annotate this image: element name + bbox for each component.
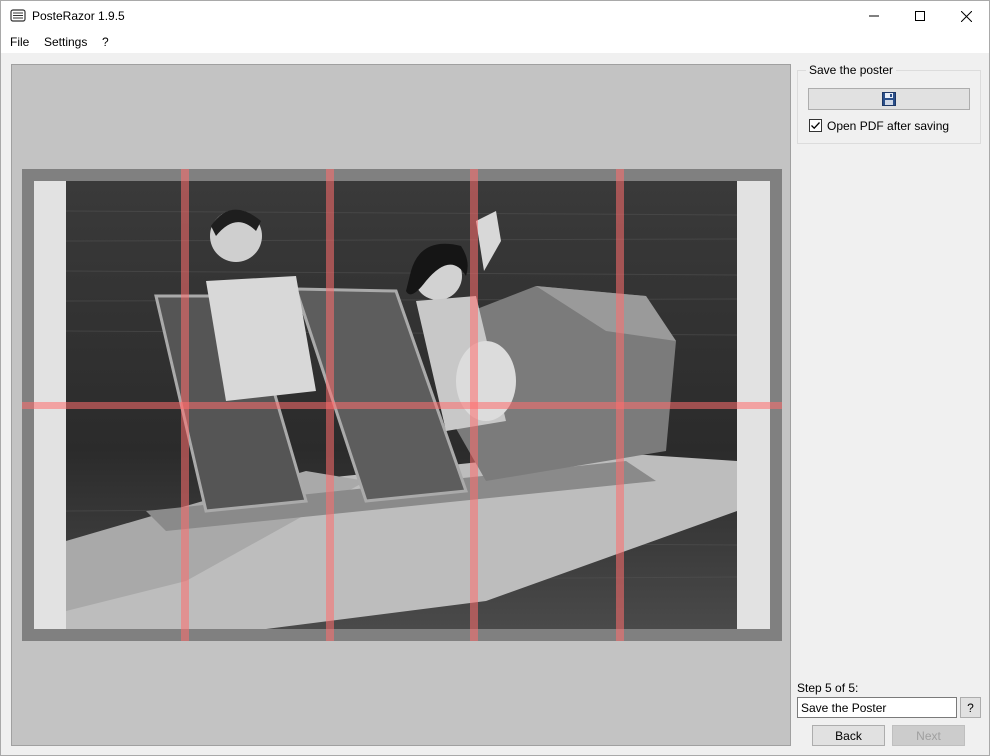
save-button[interactable] <box>808 88 970 110</box>
close-icon <box>960 10 972 22</box>
step-label: Step 5 of 5: <box>797 681 859 695</box>
title-bar: PosteRazor 1.9.5 <box>1 1 989 31</box>
poster-preview[interactable] <box>11 64 791 746</box>
step-help-button[interactable]: ? <box>960 697 981 718</box>
menu-settings[interactable]: Settings <box>44 35 87 49</box>
back-button[interactable]: Back <box>812 725 885 746</box>
menu-help[interactable]: ? <box>102 35 109 49</box>
floppy-disk-icon <box>882 92 896 106</box>
step-name-field: Save the Poster <box>797 697 957 718</box>
maximize-button[interactable] <box>897 1 943 31</box>
app-window: PosteRazor 1.9.5 File Settings ? Save th… <box>0 0 990 756</box>
window-title: PosteRazor 1.9.5 <box>32 9 125 23</box>
paper-frame <box>22 169 782 641</box>
maximize-icon <box>915 11 925 21</box>
poster-razor-icon <box>10 9 26 22</box>
minimize-button[interactable] <box>851 1 897 31</box>
menu-file[interactable]: File <box>10 35 29 49</box>
cut-line-horizontal <box>22 402 782 409</box>
checkmark-icon <box>811 122 820 130</box>
save-group-title: Save the poster <box>806 63 897 77</box>
minimize-icon <box>869 15 879 17</box>
close-button[interactable] <box>943 1 989 31</box>
menu-bar: File Settings ? <box>1 31 989 53</box>
next-button[interactable]: Next <box>892 725 965 746</box>
open-pdf-checkbox[interactable] <box>809 119 822 132</box>
open-pdf-label[interactable]: Open PDF after saving <box>827 119 949 133</box>
